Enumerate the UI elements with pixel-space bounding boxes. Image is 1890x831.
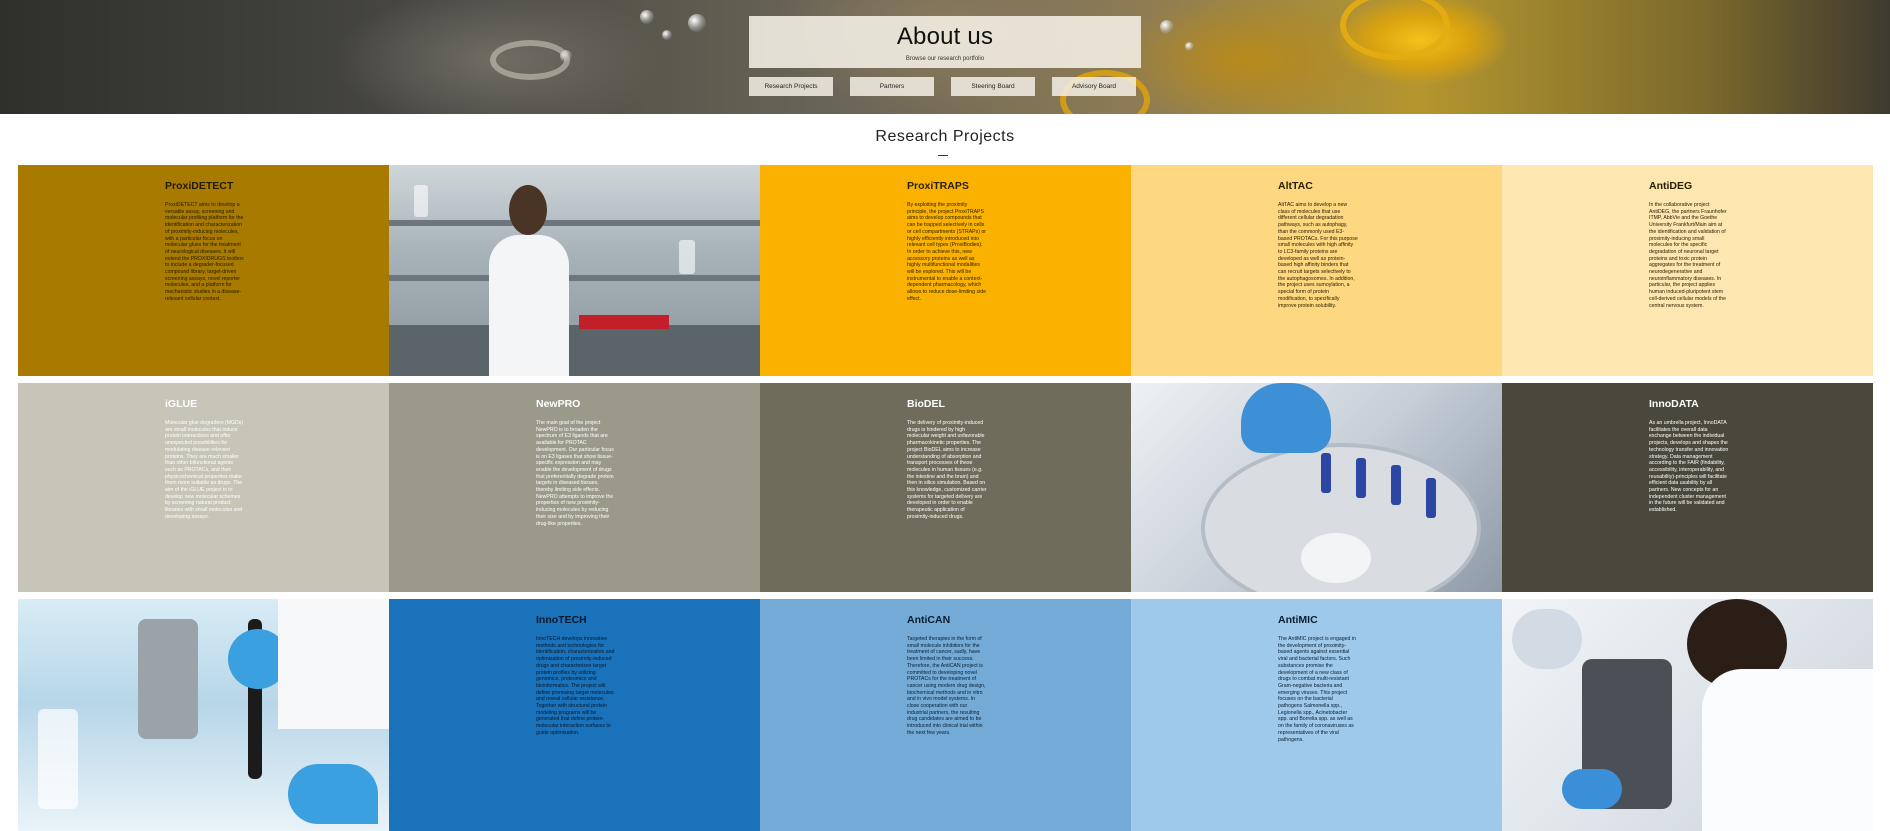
bottle: [679, 240, 695, 274]
project-name: ProxiTRAPS: [907, 180, 969, 192]
section-title: Research Projects: [875, 128, 1015, 145]
tab-research-projects[interactable]: Research Projects: [749, 77, 833, 96]
rotor-hub: [1301, 533, 1371, 583]
project-name: AltTAC: [1278, 180, 1313, 192]
project-tile-innodata[interactable]: InnoDATA As an umbrella project, InnoDAT…: [1502, 383, 1873, 592]
project-name: BioDEL: [907, 398, 945, 410]
project-tile-alttac[interactable]: AltTAC AltTAC aims to develop a new clas…: [1131, 165, 1502, 376]
about-box: About us Browse our research portfolio: [749, 16, 1141, 68]
project-description: AltTAC aims to develop a new class of mo…: [1278, 202, 1358, 309]
glove: [1562, 769, 1622, 809]
project-description: The main goal of the project NewPRO is t…: [536, 420, 614, 527]
page-title: About us: [896, 23, 994, 50]
project-description: ProxiDETECT aims to develop a versatile …: [165, 202, 244, 302]
project-name: ProxiDETECT: [165, 180, 234, 192]
hero-nav: Research Projects Partners Steering Boar…: [749, 77, 1141, 96]
bench: [389, 325, 760, 376]
project-name: AntiCAN: [907, 614, 951, 626]
project-description: Targeted therapies in the form of small …: [907, 636, 986, 736]
project-description: The AntiMIC project is engaged in the de…: [1278, 636, 1356, 743]
project-tile-proxitraps[interactable]: ProxiTRAPS By exploiting the proximity p…: [760, 165, 1131, 376]
section-divider: [938, 155, 948, 156]
ribbon-decoration: [490, 40, 570, 80]
ribbon-decoration: [1340, 0, 1450, 60]
project-description: InnoTECH develops innovative methods and…: [536, 636, 615, 736]
glove: [288, 764, 378, 824]
project-tile-newpro[interactable]: NewPRO The main goal of the project NewP…: [389, 383, 760, 592]
project-tile-proxidetect[interactable]: ProxiDETECT ProxiDETECT aims to develop …: [18, 165, 389, 376]
bubble-decoration: [1185, 42, 1194, 51]
scientist-head: [509, 185, 547, 235]
project-name: NewPRO: [536, 398, 581, 410]
lab-photo-4: [1502, 599, 1873, 831]
tab-steering-board[interactable]: Steering Board: [951, 77, 1035, 96]
project-description: In the collaborative project AntiDEG, th…: [1649, 202, 1727, 309]
tube: [1356, 458, 1366, 498]
tube: [1321, 453, 1331, 493]
project-tile-antimic[interactable]: AntiMIC The AntiMIC project is engaged i…: [1131, 599, 1502, 831]
tab-advisory-board[interactable]: Advisory Board: [1052, 77, 1136, 96]
project-name: InnoTECH: [536, 614, 587, 626]
hero-banner: About us Browse our research portfolio R…: [0, 0, 1890, 114]
project-tile-innotech[interactable]: InnoTECH InnoTECH develops innovative me…: [389, 599, 760, 831]
project-name: iGLUE: [165, 398, 198, 410]
project-tile-biodel[interactable]: BioDEL The delivery of proximity-induced…: [760, 383, 1131, 592]
shelf: [389, 220, 760, 226]
lab-coat: [1702, 669, 1873, 831]
bubble-decoration: [640, 10, 654, 24]
shelf: [389, 275, 760, 281]
lab-photo-3: [18, 599, 389, 831]
project-description: Molecular glue degraders (MGDs) are smal…: [165, 420, 244, 520]
project-tile-iglue[interactable]: iGLUE Molecular glue degraders (MGDs) ar…: [18, 383, 389, 592]
project-description: The delivery of proximity-induced drugs …: [907, 420, 987, 520]
project-name: AntiMIC: [1278, 614, 1318, 626]
background-worker: [1512, 609, 1582, 669]
project-description: As an umbrella project, InnoDATA facilit…: [1649, 420, 1729, 514]
glove: [1241, 383, 1331, 453]
bubble-decoration: [662, 30, 672, 40]
project-tile-antican[interactable]: AntiCAN Targeted therapies in the form o…: [760, 599, 1131, 831]
bottle: [414, 185, 428, 217]
project-name: InnoDATA: [1649, 398, 1699, 410]
page-subtitle: Browse our research portfolio: [905, 56, 985, 62]
bottle: [38, 709, 78, 809]
bubble-decoration: [688, 14, 706, 32]
tube: [1391, 465, 1401, 505]
microscope: [138, 619, 198, 739]
scientist-body: [489, 235, 569, 376]
sleeve: [278, 599, 389, 729]
project-description: By exploiting the proximity principle, t…: [907, 202, 987, 302]
lab-photo-2: [1131, 383, 1502, 592]
red-rack: [579, 315, 669, 329]
project-tile-antideg[interactable]: AntiDEG In the collaborative project Ant…: [1502, 165, 1873, 376]
bubble-decoration: [1160, 20, 1174, 34]
project-name: AntiDEG: [1649, 180, 1693, 192]
tab-partners[interactable]: Partners: [850, 77, 934, 96]
tube: [1426, 478, 1436, 518]
lab-photo-1: [389, 165, 760, 376]
